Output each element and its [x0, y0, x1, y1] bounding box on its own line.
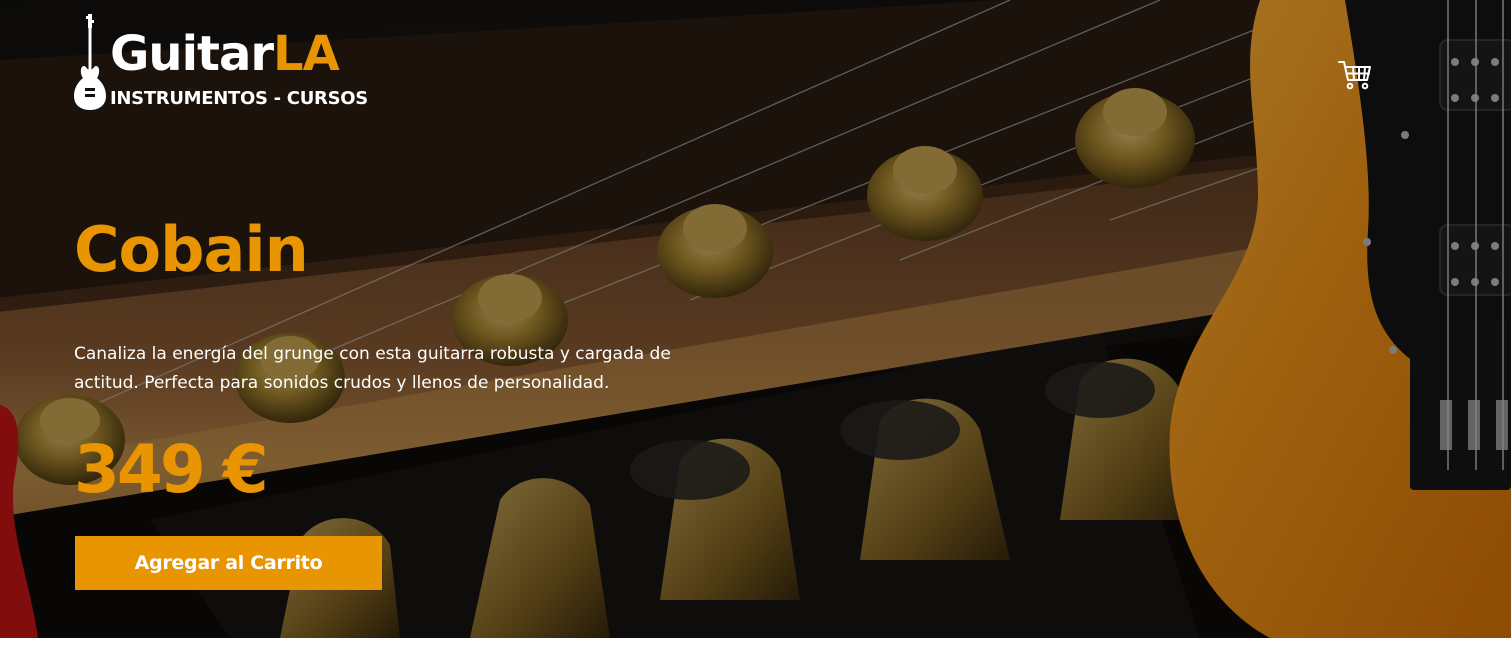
- product-description: Canaliza la energía del grunge con esta …: [74, 344, 671, 393]
- hero-section: GuitarLA INSTRUMENTOS - CURSOS Cobain Ca…: [0, 0, 1511, 638]
- shopping-cart-icon[interactable]: [1338, 60, 1372, 90]
- logo-link[interactable]: GuitarLA INSTRUMENTOS - CURSOS: [74, 12, 394, 112]
- logo-subtitle: INSTRUMENTOS - CURSOS: [110, 88, 368, 109]
- product-name: Cobain: [74, 213, 309, 286]
- page-bottom-strip: [0, 638, 1511, 650]
- logo-title: GuitarLA: [110, 26, 340, 82]
- add-to-cart-button[interactable]: Agregar al Carrito: [75, 536, 382, 590]
- logo-title-main: Guitar: [110, 26, 274, 82]
- guitar-icon: [74, 14, 106, 110]
- product-price: 349 €: [74, 431, 269, 508]
- logo-title-accent: LA: [273, 26, 340, 82]
